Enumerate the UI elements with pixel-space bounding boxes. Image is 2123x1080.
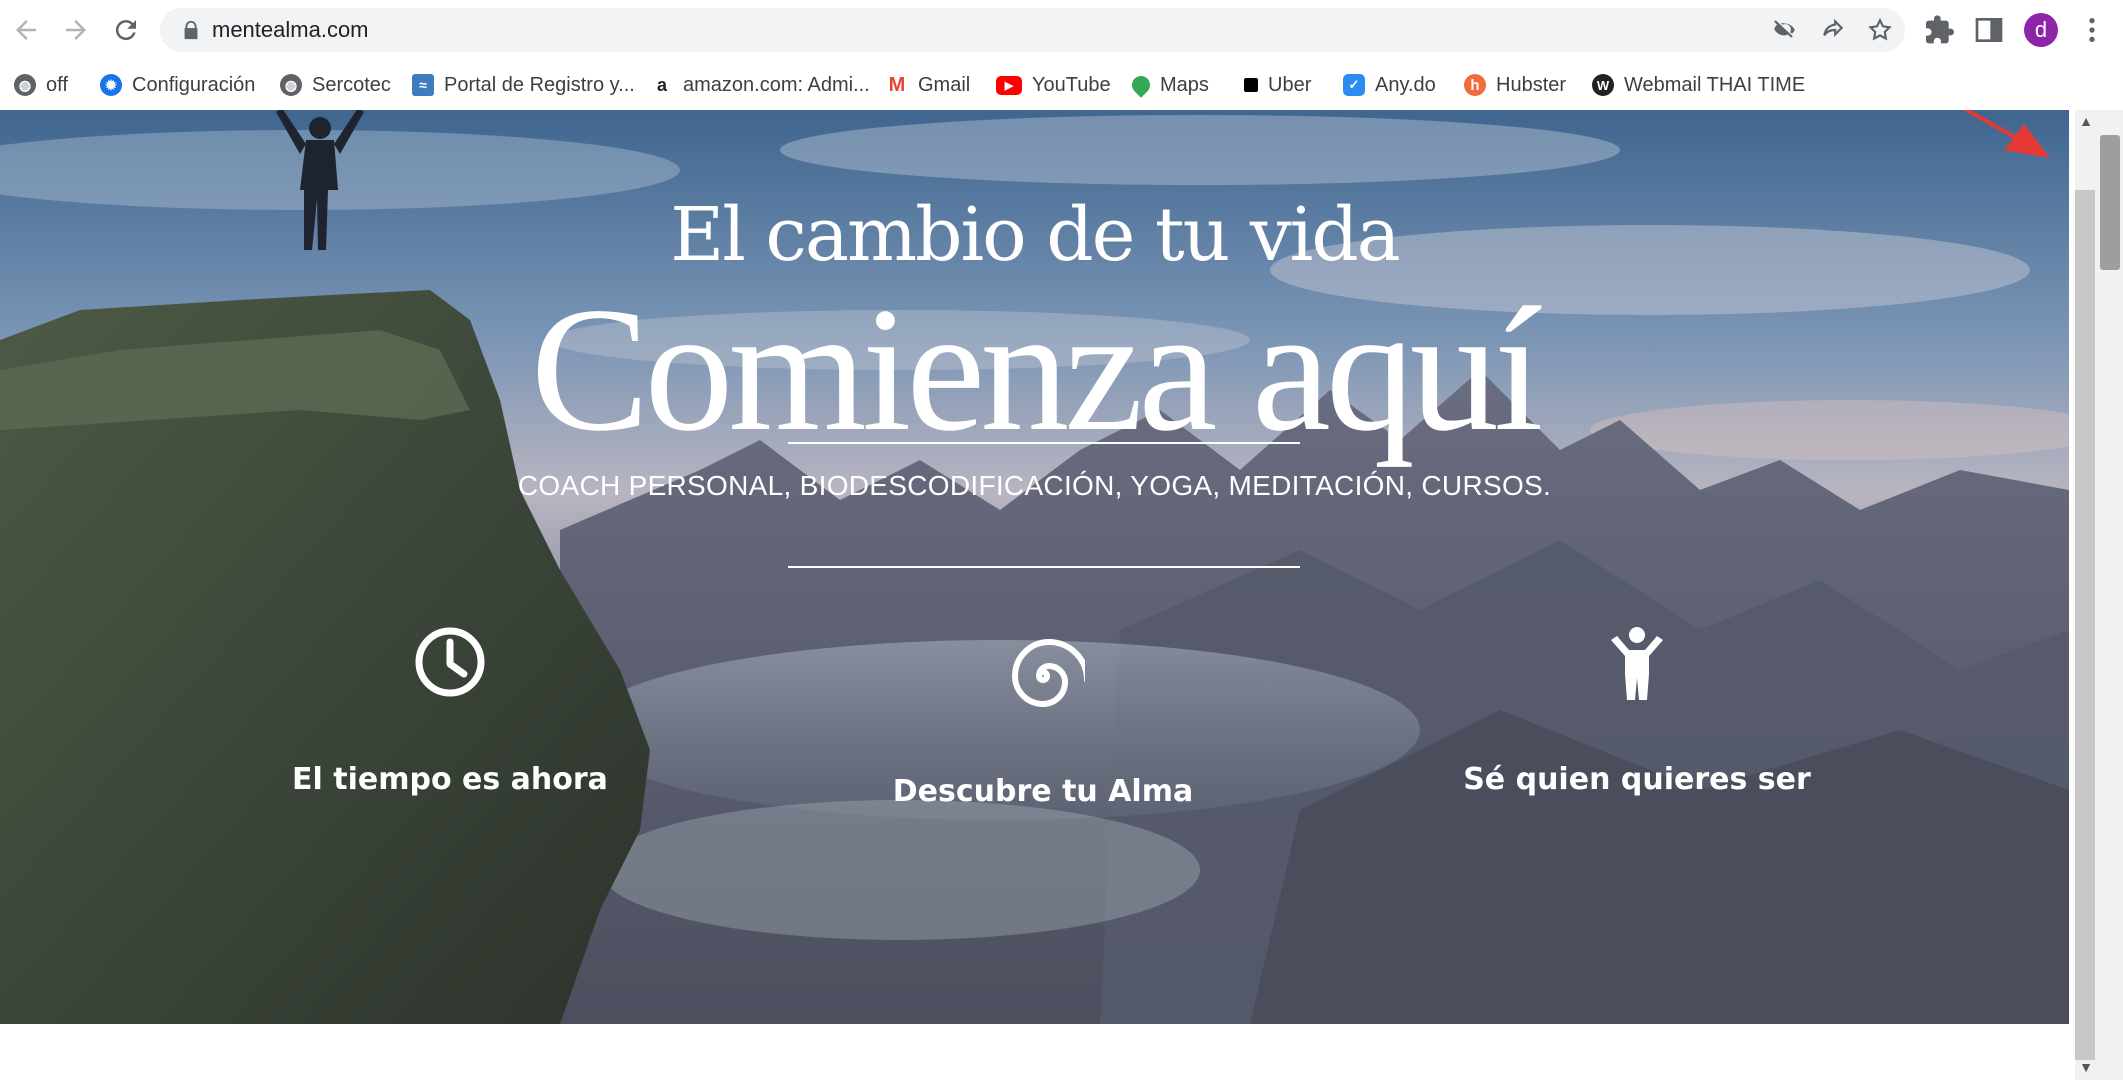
eye-off-icon[interactable]: [1772, 17, 1798, 43]
bookmark-youtube[interactable]: ▶ YouTube: [996, 70, 1111, 100]
bookmark-sercotec[interactable]: ◍ Sercotec: [280, 70, 391, 100]
arrow-right-icon: [66, 20, 86, 40]
gear-icon: ✹: [100, 74, 122, 96]
bookmark-maps[interactable]: Maps: [1128, 70, 1209, 100]
bookmark-hubster[interactable]: h Hubster: [1464, 70, 1566, 100]
reload-icon: [115, 20, 136, 41]
webmail-icon: W: [1592, 74, 1614, 96]
feature-label-tiempo: El tiempo es ahora: [292, 762, 608, 797]
bookmark-webmail[interactable]: W Webmail THAI TIME: [1592, 70, 1805, 100]
forward-button[interactable]: [56, 10, 96, 50]
feature-label-alma: Descubre tu Alma: [892, 774, 1194, 809]
feature-ser: [1387, 626, 1887, 746]
lock-icon[interactable]: [180, 19, 202, 41]
hero-divider-top: [788, 442, 1300, 444]
scroll-down-arrow-icon[interactable]: ▼: [2076, 1056, 2096, 1078]
extensions-icon[interactable]: [1924, 14, 1956, 46]
maps-icon: [1128, 72, 1154, 98]
profile-avatar[interactable]: d: [2024, 13, 2058, 47]
portal-icon: ≈: [412, 74, 434, 96]
gmail-icon: M: [886, 74, 908, 96]
bookmark-configuracion[interactable]: ✹ Configuración: [100, 70, 255, 100]
clock-icon: [415, 627, 485, 697]
star-icon[interactable]: [1867, 17, 1893, 43]
feature-tiempo: [200, 626, 700, 746]
bookmark-off[interactable]: ◍ off: [14, 70, 68, 100]
bookmark-anydo[interactable]: ✓ Any.do: [1343, 70, 1436, 100]
bookmark-portal[interactable]: ≈ Portal de Registro y...: [412, 70, 635, 100]
globe-icon: ◍: [280, 74, 302, 96]
back-button[interactable]: [6, 10, 46, 50]
scroll-up-arrow-icon[interactable]: ▲: [2076, 110, 2096, 132]
hero-divider-bottom: [788, 566, 1300, 568]
hero-title-small: El cambio de tu vida: [670, 192, 1401, 278]
more-menu-icon[interactable]: [2076, 14, 2108, 46]
browser-toolbar: mentealma.com d: [0, 0, 2123, 60]
side-panel-icon[interactable]: [1973, 14, 2005, 46]
bookmarks-bar: ◍ off ✹ Configuración ◍ Sercotec ≈ Portal de…: [0, 60, 2123, 110]
hero-section: El cambio de tu vida Comienza aquí COACH…: [0, 110, 2069, 1024]
url-text[interactable]: mentealma.com: [212, 17, 369, 43]
hubster-icon: h: [1464, 74, 1486, 96]
amazon-icon: a: [651, 74, 673, 96]
bookmark-uber[interactable]: Uber: [1244, 70, 1311, 100]
anydo-icon: ✓: [1343, 74, 1365, 96]
hero-title-big: Comienza aquí: [530, 270, 1544, 468]
arrow-left-icon: [16, 20, 36, 40]
scrollbar-thumb[interactable]: [2100, 135, 2120, 270]
page-viewport: El cambio de tu vida Comienza aquí COACH…: [0, 110, 2075, 1080]
bookmark-amazon[interactable]: a amazon.com: Admi...: [651, 70, 870, 100]
scrollbar-track[interactable]: [2075, 190, 2095, 1060]
youtube-icon: ▶: [996, 75, 1022, 95]
feature-label-ser: Sé quien quieres ser: [1463, 762, 1811, 797]
globe-icon: ◍: [14, 74, 36, 96]
address-bar[interactable]: mentealma.com: [160, 8, 1905, 52]
feature-alma: [793, 634, 1293, 754]
uber-icon: [1244, 78, 1258, 92]
reload-button[interactable]: [106, 10, 146, 50]
spiral-icon: [1011, 638, 1085, 708]
hero-subtitle: COACH PERSONAL, BIODESCODIFICACIÓN, YOGA…: [517, 470, 1552, 501]
bookmark-gmail[interactable]: M Gmail: [886, 70, 970, 100]
person-icon: [1611, 627, 1663, 700]
annotation-arrow-icon: [1962, 110, 2050, 158]
share-icon[interactable]: [1820, 17, 1846, 43]
